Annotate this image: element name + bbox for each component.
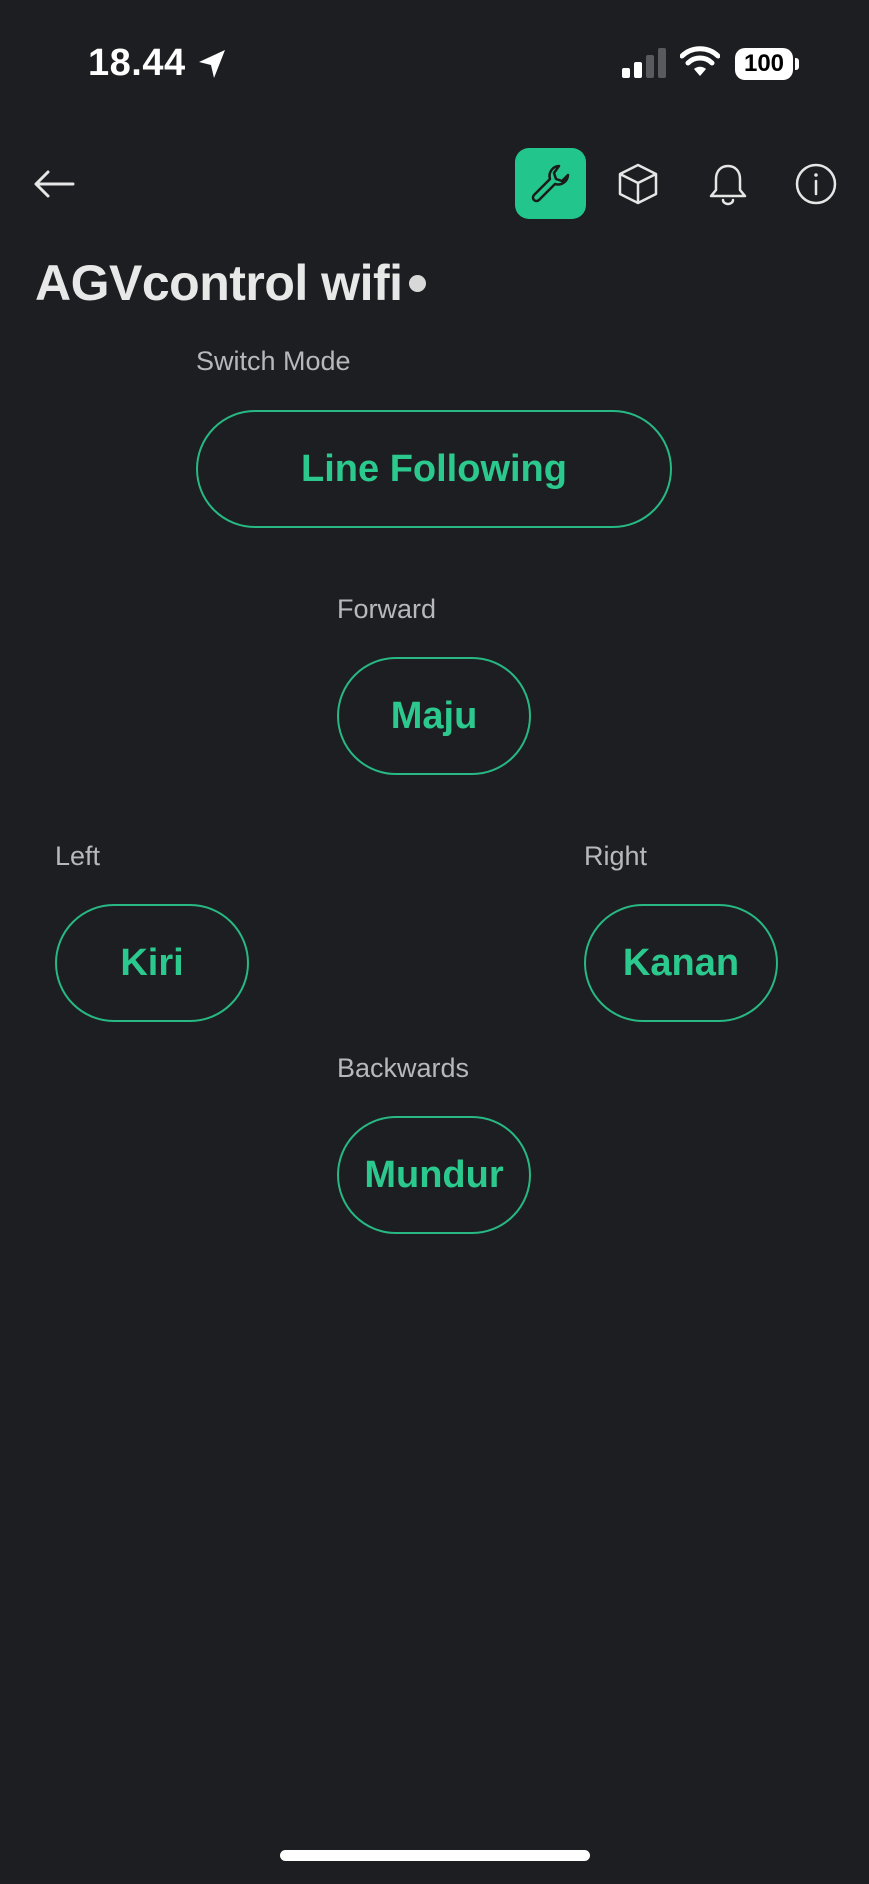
location-arrow-icon xyxy=(199,50,225,78)
status-time: 18.44 xyxy=(88,42,186,84)
wifi-icon xyxy=(680,46,720,76)
forward-label: Forward xyxy=(337,594,437,624)
left-button[interactable]: Kiri xyxy=(55,904,249,1022)
app-screen: 18.44 100 AGVcontrol wifi Switch Mode Li… xyxy=(0,0,869,1884)
settings-tool-button[interactable] xyxy=(515,148,586,219)
info-icon xyxy=(795,163,837,205)
bell-icon xyxy=(709,164,747,206)
page-title: AGVcontrol wifi xyxy=(35,255,403,311)
left-label: Left xyxy=(55,841,101,871)
back-button[interactable] xyxy=(30,160,78,208)
home-indicator[interactable] xyxy=(280,1850,590,1861)
wrench-icon xyxy=(531,164,569,202)
forward-button[interactable]: Maju xyxy=(337,657,531,775)
right-button[interactable]: Kanan xyxy=(584,904,778,1022)
backwards-button[interactable]: Mundur xyxy=(337,1116,531,1234)
connection-status-dot xyxy=(409,275,426,292)
backwards-label: Backwards xyxy=(337,1053,470,1083)
battery-indicator: 100 xyxy=(735,48,799,80)
notifications-button[interactable] xyxy=(702,158,754,210)
switch-mode-label: Switch Mode xyxy=(196,346,351,376)
right-label: Right xyxy=(584,841,648,871)
battery-level: 100 xyxy=(735,48,793,80)
arrow-left-icon xyxy=(34,170,75,198)
info-button[interactable] xyxy=(790,158,842,210)
cellular-signal-icon xyxy=(622,48,666,78)
cube-icon xyxy=(618,163,658,205)
device-button[interactable] xyxy=(612,158,664,210)
line-following-button[interactable]: Line Following xyxy=(196,410,672,528)
battery-tip xyxy=(795,58,799,70)
